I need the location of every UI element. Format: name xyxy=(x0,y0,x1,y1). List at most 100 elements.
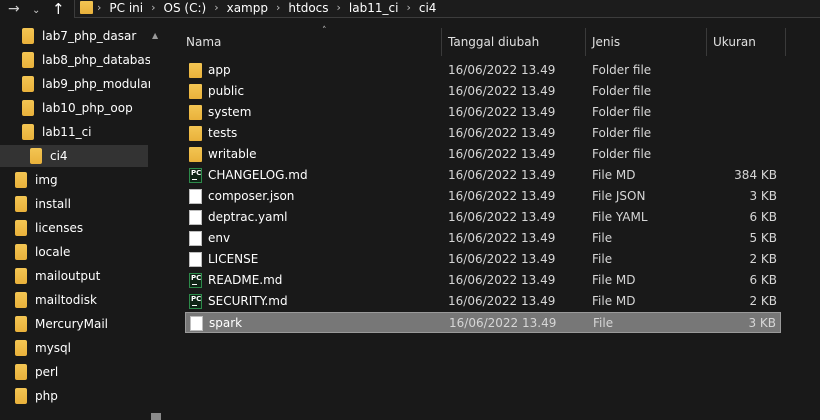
breadcrumb-item[interactable]: OS (C:) xyxy=(164,1,207,15)
column-header-size[interactable]: Ukuran xyxy=(707,28,786,56)
folder-icon xyxy=(15,316,27,332)
pycharm-file-icon: PC xyxy=(189,168,202,183)
breadcrumb-item[interactable]: xampp xyxy=(227,1,268,15)
file-type: Folder file xyxy=(592,63,652,77)
navigation-scrollbar[interactable]: ▲ xyxy=(150,25,162,420)
file-type: File JSON xyxy=(592,189,646,203)
column-header-type[interactable]: Jenis xyxy=(586,28,707,56)
file-type: File xyxy=(592,252,613,266)
breadcrumb-item[interactable]: PC ini xyxy=(109,1,143,15)
folder-icon xyxy=(22,76,34,92)
breadcrumb-item[interactable]: lab11_ci xyxy=(349,1,399,15)
file-size: 384 KB xyxy=(734,168,777,182)
sidebar-item[interactable]: install xyxy=(0,193,148,215)
file-row[interactable]: composer.json 16/06/2022 13.49 File JSON 3 … xyxy=(185,186,781,207)
file-row[interactable]: spark 16/06/2022 13.49 File 3 KB xyxy=(185,312,781,333)
arrow-up-icon[interactable]: ↑ xyxy=(52,1,65,17)
breadcrumb-separator-icon[interactable]: › xyxy=(337,1,341,15)
sidebar-item[interactable]: MercuryMail xyxy=(0,313,148,335)
scroll-up-arrow-icon[interactable]: ▲ xyxy=(152,31,158,40)
breadcrumb-separator-icon[interactable]: › xyxy=(276,1,280,15)
file-row[interactable]: PC README.md 16/06/2022 13.49 File MD 6 KB xyxy=(185,270,781,291)
file-type: File YAML xyxy=(592,210,648,224)
sidebar-item[interactable]: locale xyxy=(0,241,148,263)
breadcrumb-separator-icon[interactable]: › xyxy=(97,1,101,15)
file-row[interactable]: PC SECURITY.md 16/06/2022 13.49 File MD 2 KB xyxy=(185,291,781,312)
file-name: tests xyxy=(208,126,238,140)
column-header-row: Nama ˄ Tanggal diubah Jenis Ukuran xyxy=(163,26,820,56)
sidebar-item-label: lab7_php_dasar xyxy=(42,29,137,43)
file-type: Folder file xyxy=(592,84,652,98)
file-type: File xyxy=(593,316,614,330)
breadcrumb: › PC ini › OS (C:) › xampp › htdocs › lab11_ci › ci… xyxy=(97,1,436,15)
column-date-label: Tanggal diubah xyxy=(448,35,540,49)
sidebar-item-label: ci4 xyxy=(50,149,68,163)
breadcrumb-item[interactable]: ci4 xyxy=(419,1,437,15)
address-toolbar: → ⌄ ↑ › PC ini › OS (C:) › xampp › htdocs › lab11… xyxy=(0,0,820,20)
sidebar-item[interactable]: img xyxy=(0,169,148,191)
file-type: File MD xyxy=(592,273,636,287)
sidebar-item-label: mailtodisk xyxy=(35,293,97,307)
file-type: Folder file xyxy=(592,147,652,161)
file-row[interactable]: LICENSE 16/06/2022 13.49 File 2 KB xyxy=(185,249,781,270)
sidebar-item[interactable]: mailtodisk xyxy=(0,289,148,311)
file-row[interactable]: tests 16/06/2022 13.49 Folder file xyxy=(185,123,781,144)
chevron-down-icon[interactable]: ⌄ xyxy=(32,3,40,19)
folder-icon xyxy=(189,126,202,141)
breadcrumb-separator-icon[interactable]: › xyxy=(406,1,410,15)
file-size: 3 KB xyxy=(749,189,777,203)
breadcrumb-separator-icon[interactable]: › xyxy=(214,1,218,15)
file-row[interactable]: env 16/06/2022 13.49 File 5 KB xyxy=(185,228,781,249)
sidebar-item[interactable]: perl xyxy=(0,361,148,383)
folder-icon xyxy=(15,388,27,404)
file-size: 2 KB xyxy=(749,294,777,308)
sidebar-item[interactable]: lab8_php_database xyxy=(0,49,158,71)
breadcrumb-separator-icon[interactable]: › xyxy=(151,1,155,15)
file-name: app xyxy=(208,63,231,77)
sidebar-item[interactable]: lab10_php_oop xyxy=(0,97,148,119)
folder-icon xyxy=(15,292,27,308)
pycharm-file-icon: PC xyxy=(189,294,202,309)
sidebar-item[interactable]: mailoutput xyxy=(0,265,148,287)
file-size: 2 KB xyxy=(749,252,777,266)
file-date-modified: 16/06/2022 13.49 xyxy=(448,63,556,77)
sidebar-item-label: img xyxy=(35,173,58,187)
address-bar[interactable]: › PC ini › OS (C:) › xampp › htdocs › lab11_ci › ci… xyxy=(74,0,820,18)
file-name: README.md xyxy=(208,273,283,287)
folder-icon xyxy=(22,124,34,140)
folder-icon xyxy=(189,63,202,78)
file-row[interactable]: app 16/06/2022 13.49 Folder file xyxy=(185,60,781,81)
file-row[interactable]: system 16/06/2022 13.49 Folder file xyxy=(185,102,781,123)
sidebar-item[interactable]: lab9_php_modular xyxy=(0,73,153,95)
column-header-name[interactable]: Nama ˄ xyxy=(180,26,442,56)
file-date-modified: 16/06/2022 13.49 xyxy=(448,126,556,140)
file-name: spark xyxy=(209,316,243,330)
sidebar-item[interactable]: lab11_ci xyxy=(0,121,148,143)
scrollbar-thumb[interactable] xyxy=(151,413,161,420)
sidebar-item[interactable]: php xyxy=(0,385,148,407)
file-icon xyxy=(190,316,203,331)
folder-icon xyxy=(189,147,202,162)
file-size: 5 KB xyxy=(749,231,777,245)
sidebar-item-label: mailoutput xyxy=(35,269,101,283)
file-row[interactable]: writable 16/06/2022 13.49 Folder file xyxy=(185,144,781,165)
folder-icon xyxy=(15,340,27,356)
folder-icon xyxy=(189,84,202,99)
file-icon xyxy=(189,231,202,246)
file-row[interactable]: deptrac.yaml 16/06/2022 13.49 File YAML 6 K… xyxy=(185,207,781,228)
file-row[interactable]: public 16/06/2022 13.49 Folder file xyxy=(185,81,781,102)
column-header-date[interactable]: Tanggal diubah xyxy=(442,28,586,56)
sidebar-item[interactable]: mysql xyxy=(0,337,148,359)
file-name: CHANGELOG.md xyxy=(208,168,308,182)
sidebar-item[interactable]: lab7_php_dasar xyxy=(0,25,148,47)
sidebar-item[interactable]: licenses xyxy=(0,217,148,239)
navigation-pane: lab7_php_dasar lab8_php_database lab9_php_… xyxy=(0,25,162,420)
breadcrumb-item[interactable]: htdocs xyxy=(288,1,328,15)
file-icon xyxy=(189,189,202,204)
file-row[interactable]: PC CHANGELOG.md 16/06/2022 13.49 File MD 384… xyxy=(185,165,781,186)
sidebar-item[interactable]: ci4 xyxy=(0,145,148,167)
forward-arrow-icon[interactable]: → xyxy=(8,1,20,17)
file-type: File MD xyxy=(592,168,636,182)
folder-icon xyxy=(15,196,27,212)
folder-icon xyxy=(80,1,93,14)
